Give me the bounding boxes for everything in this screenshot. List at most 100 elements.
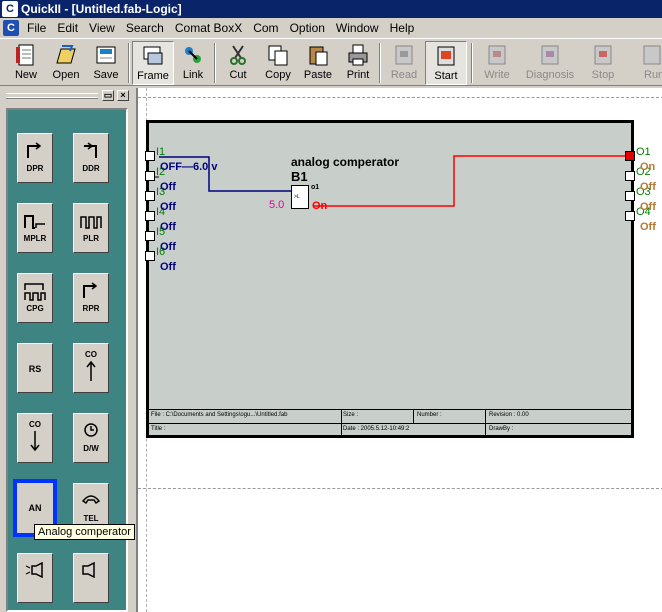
menu-edit[interactable]: Edit	[53, 21, 85, 35]
menu-option[interactable]: Option	[286, 21, 332, 35]
toolbar-separator	[214, 43, 216, 83]
arrow-down-icon	[30, 431, 40, 452]
run-icon	[640, 43, 662, 67]
input-pin-i5[interactable]	[145, 231, 155, 241]
link-icon	[181, 43, 205, 67]
menu-window[interactable]: Window	[332, 21, 386, 35]
paste-button[interactable]: Paste	[297, 41, 339, 85]
output-label-o1: O1	[636, 146, 651, 158]
output-pin-o1[interactable]	[625, 151, 635, 161]
menu-com[interactable]: Com	[249, 21, 285, 35]
input-pin-i4[interactable]	[145, 211, 155, 221]
speaker-icon	[82, 562, 95, 578]
cut-button[interactable]: Cut	[217, 41, 259, 85]
title-field: Title :	[151, 426, 166, 432]
output-pin-o3[interactable]	[625, 191, 635, 201]
input-pin-i6[interactable]	[145, 251, 155, 261]
block-output-pin-label: o1	[311, 184, 320, 191]
output-value-o4: Off	[640, 221, 656, 233]
tooltip: Analog comperator	[34, 524, 135, 540]
open-button[interactable]: Open	[45, 41, 87, 85]
dpr-button[interactable]: DPR	[17, 133, 53, 183]
print-button[interactable]: Print	[337, 41, 379, 85]
menu-help[interactable]: Help	[386, 21, 422, 35]
input-pin-i3[interactable]	[145, 191, 155, 201]
telephone-icon	[81, 495, 101, 505]
restore-icon[interactable]: ▭	[102, 90, 114, 101]
threshold-value: 5.0	[269, 199, 285, 211]
output-pin-o4[interactable]	[625, 211, 635, 221]
analog-comparator-block[interactable]: >L	[291, 185, 309, 209]
info-divider	[341, 409, 342, 435]
copy-button[interactable]: Copy	[257, 41, 299, 85]
clock-icon	[84, 423, 98, 437]
rs-button[interactable]: RS	[17, 343, 53, 393]
cpg-button[interactable]: CPG	[17, 273, 53, 323]
frame-icon	[141, 44, 165, 68]
panel-header[interactable]: ▭ ×	[2, 90, 130, 102]
stop-icon	[591, 43, 615, 67]
frame-button[interactable]: Frame	[132, 41, 174, 85]
input-pin-i1[interactable]	[145, 151, 155, 161]
diagnosis-icon	[538, 43, 562, 67]
close-icon[interactable]: ×	[117, 90, 129, 101]
menu-file[interactable]: File	[23, 21, 53, 35]
menu-bar: C File Edit View Search Comat BoxX Com O…	[0, 18, 662, 38]
app-icon: C	[2, 1, 18, 17]
speaker-button[interactable]	[73, 553, 109, 603]
start-button[interactable]: Start	[425, 41, 467, 85]
dpr-icon	[27, 142, 42, 158]
block-state: On	[312, 200, 328, 212]
toolbar-separator	[471, 43, 473, 83]
count-down-button[interactable]: CO	[17, 413, 53, 463]
input-pin-i2[interactable]	[145, 171, 155, 181]
write-button[interactable]: Write	[476, 41, 518, 85]
window-title: QuickII - [Untitled.fab-Logic]	[21, 2, 182, 16]
read-button[interactable]: Read	[383, 41, 425, 85]
ddr-icon	[84, 142, 97, 158]
document-icon[interactable]: C	[3, 20, 19, 36]
output-value-o2: Off	[640, 181, 656, 193]
menu-search[interactable]: Search	[122, 21, 171, 35]
menu-view[interactable]: View	[85, 21, 122, 35]
title-bar: C QuickII - [Untitled.fab-Logic]	[0, 0, 662, 18]
read-icon	[392, 43, 416, 67]
plr-icon	[80, 216, 102, 229]
dw-button[interactable]: D/W	[73, 413, 109, 463]
diagnosis-button[interactable]: Diagnosis	[524, 41, 576, 85]
run-button[interactable]: Run	[632, 41, 662, 85]
input-value-i3: Off	[160, 201, 176, 213]
stop-button[interactable]: Stop	[582, 41, 624, 85]
info-row-bottom: Title : Date : 2005.5.12-10:49:2 DrawBy …	[149, 423, 631, 432]
start-icon	[434, 44, 458, 68]
toolbar: New Open Save Frame Link Cut Copy Paste …	[0, 38, 662, 86]
rpr-button[interactable]: RPR	[73, 273, 109, 323]
link-button[interactable]: Link	[172, 41, 214, 85]
block-title: analog comperator	[291, 155, 400, 169]
block-id: B1	[291, 169, 308, 184]
diagram-canvas[interactable]: I1 I2 I3 I4 I5 I6 OFF—6.0 v Off Off Off …	[136, 88, 662, 612]
toolbar-separator	[128, 43, 130, 83]
size-field: Size :	[343, 412, 359, 418]
plr-button[interactable]: PLR	[73, 203, 109, 253]
drag-handle-line	[6, 97, 98, 101]
mplr-button[interactable]: MPLR	[17, 203, 53, 253]
count-up-button[interactable]: CO	[73, 343, 109, 393]
ddr-button[interactable]: DDR	[73, 133, 109, 183]
mplr-icon	[24, 215, 45, 229]
printer-icon	[346, 43, 370, 67]
info-divider	[485, 409, 486, 435]
output-pin-o2[interactable]	[625, 171, 635, 181]
open-icon	[54, 43, 78, 67]
input-value-i4: Off	[160, 221, 176, 233]
buzzer-button[interactable]	[17, 553, 53, 603]
input-value-i2: Off	[160, 181, 176, 193]
menu-comat-boxx[interactable]: Comat BoxX	[171, 21, 249, 35]
toolbar-separator	[379, 43, 381, 83]
output-value-o3: Off	[640, 201, 656, 213]
save-button[interactable]: Save	[85, 41, 127, 85]
new-button[interactable]: New	[5, 41, 47, 85]
logic-sheet[interactable]: I1 I2 I3 I4 I5 I6 OFF—6.0 v Off Off Off …	[145, 120, 656, 438]
copy-icon	[266, 43, 290, 67]
wiring	[153, 155, 627, 207]
